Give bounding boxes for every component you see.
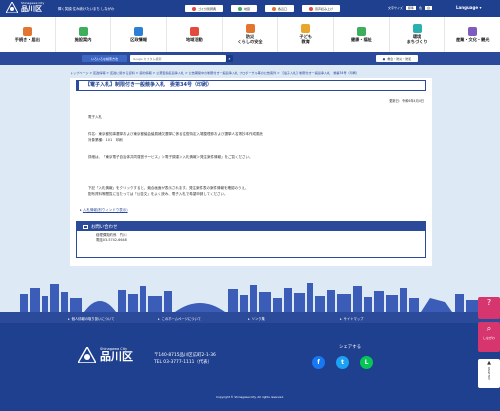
arrow-up-icon: ▲ [487,360,491,366]
footer-link-sitemap[interactable]: ▸ サイトマップ [340,316,363,322]
footer-link-links[interactable]: ▸ リンク集 [248,316,265,322]
line-icon[interactable]: L [360,356,373,369]
search-person-icon: ⌕ [486,324,492,333]
emergency-button[interactable]: ● 救急・防災・防犯 [376,55,418,62]
content-card: 【電子入札】制限付き一般競争入札 委第34号（印刷） 更新日：令和6年4月4日 … [70,78,432,266]
search-methods-button[interactable]: いろいろな検索方法 [82,55,127,62]
updated-date: 更新日：令和6年4月4日 [389,99,424,103]
search-input[interactable] [130,55,226,62]
site-logo[interactable]: Shinagawa City 品川区 [6,2,44,13]
body-line-2: 件名：東京都知事選挙および東京都議会議員補欠選挙に係る往復特定入場整理券および選… [88,132,263,136]
map-icon [238,6,243,11]
breadcrumb[interactable]: トップページ > 区政情報 > 区政に関する資料 > 契約情報 > 公募型指名競… [70,70,440,75]
arrow-right-icon: ▸ [80,208,82,212]
shinagawa-side-button[interactable]: ⌕ しながわ [478,322,500,352]
nav-item-environment[interactable]: 環境 まちづくり [390,17,446,52]
logo-title: 品川区 [21,5,42,13]
arrow-right-icon: ▸ [68,316,70,321]
nav-item-safety[interactable]: 防災 くらしの安全 [223,17,279,52]
pagetop-button[interactable]: ▲ PAGETOP [478,359,500,388]
page-title: 【電子入札】制限付き一般競争入札 委第34号（印刷） [76,80,426,91]
city-skyline-illustration [20,283,478,312]
community-icon [189,26,199,36]
nav-item-health[interactable]: 健康・福祉 [334,17,390,52]
arrow-right-icon: ▸ [158,316,160,321]
footer-address: 〒140-8715品川区広町2-1-36 TEL 03-3777-1111（代表… [154,353,216,365]
nav-item-community[interactable]: 地域活動 [167,17,223,52]
child-icon [301,24,311,34]
footer-phone: TEL 03-3777-1111（代表） [154,359,212,365]
health-icon [356,26,366,36]
body-line-1: 電子入札 [88,115,102,119]
bidding-info-link[interactable]: ▸ 入札情報(別ウィンドウ表示) [80,208,128,214]
inquiry-box: お問い合わせ 経理課契約係 竹川 電話03-5742-6648 [76,221,426,258]
help-icon: ? [486,298,492,307]
footer-logo[interactable]: Shinagawa City 品川区 [78,347,133,363]
trash-icon [192,6,196,11]
tagline: 輝く笑顔 住み続けたいまち しながわ [58,7,115,11]
chevron-down-icon: ▾ [479,5,482,10]
shinagawa-emblem-icon [78,347,96,363]
facebook-icon[interactable]: f [312,356,325,369]
search-button[interactable]: ⌕ [226,55,233,62]
speaker-icon [309,6,314,11]
language-button[interactable]: Language ▾ [456,5,482,10]
footer: Shinagawa City 品川区 〒140-8715品川区広町2-1-36 … [0,323,500,391]
arrow-right-icon: ▸ [340,316,342,321]
shinagawa-emblem-icon [6,2,18,13]
display-settings: 文字サイズ 標準 色 白 [388,6,432,10]
body-line-4: 詳細は、「東京電子自治体共同運営サービス」＞電子調達＞入札情報＞発注案件情報」を… [88,155,253,159]
nav-item-facilities[interactable]: 施設案内 [56,17,112,52]
search-icon: ⌕ [228,56,231,61]
mail-icon [83,224,88,229]
font-size-button[interactable]: 標準 [405,6,416,10]
inquiry-header: お問い合わせ [77,222,425,231]
footer-link-privacy[interactable]: ▸ 個人情報の取り扱いについて [68,316,114,322]
environment-icon [412,24,422,34]
top-link-map[interactable]: 地図 [231,5,258,12]
share-label: シェアする [339,345,361,350]
nav-item-education[interactable]: 子ども 教育 [278,17,335,52]
nav-item-industry[interactable]: 産業・文化・観光 [445,17,500,52]
nav-item-administration[interactable]: 区政情報 [111,17,168,52]
color-button[interactable]: 白 [424,6,432,10]
city-hall-icon [134,26,144,36]
nav-item-procedures[interactable]: 手続き・届出 [0,17,56,52]
facility-icon [78,26,88,36]
body-line-6: 配布資料等閲覧に当たっては「公告文」をよく読み、電子入札で希望申請してください。 [88,192,228,196]
twitter-icon[interactable]: t [336,356,349,369]
top-links: ゴミ分別辞典 地図 各窓口 音声読み上げ [185,5,341,12]
inquiry-phone: 電話03-5742-6648 [96,238,127,242]
footer-links: ▸ 個人情報の取り扱いについて ▸ このホームページについて ▸ リンク集 ▸ サイトマ… [0,312,500,323]
footer-link-about[interactable]: ▸ このホームページについて [158,316,201,322]
search-bar: いろいろな検索方法 ⌕ ●救急・防災・防犯 [0,52,500,65]
main-nav: 手続き・届出 施設案内 区政情報 地域活動 防災 くらしの安全 子ども 教育 健… [0,17,500,52]
top-link-counters[interactable]: 各窓口 [265,5,295,12]
top-link-garbage[interactable]: ゴミ分別辞典 [185,5,224,12]
body-line-5: 下記「入札情報」をクリックすると、競合画面が表示されます。発注案件表の案件情報を… [88,186,249,190]
share-icons: f t L [312,356,373,369]
counter-icon [272,6,277,11]
arrow-right-icon: ▸ [248,316,250,321]
shield-icon [245,24,255,34]
header-bar: Shinagawa City 品川区 輝く笑顔 住み続けたいまち しながわ ゴミ… [0,0,500,17]
body-line-3: 対象業種：101 印刷 [88,138,123,142]
top-link-read-aloud[interactable]: 音声読み上げ [302,5,341,12]
emergency-icon: ● [382,56,386,61]
help-side-button[interactable]: ? [478,297,500,319]
copyright: Copyright © Shinagawa City. All rights r… [0,391,500,411]
industry-icon [468,26,478,36]
document-icon [22,26,32,36]
